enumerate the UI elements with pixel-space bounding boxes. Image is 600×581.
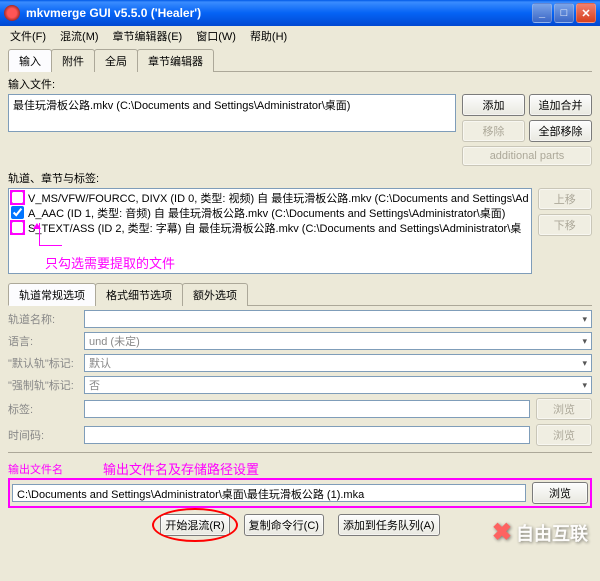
input-files-label: 输入文件: (8, 76, 592, 92)
tab-attachments[interactable]: 附件 (51, 49, 95, 72)
minimize-button[interactable]: _ (532, 3, 552, 23)
watermark: ✖ 自由互联 (492, 518, 588, 547)
tracks-list[interactable]: V_MS/VFW/FOURCC, DIVX (ID 0, 类型: 视频) 自 最… (8, 188, 532, 274)
trackname-combo[interactable] (84, 310, 592, 328)
watermark-x-icon: ✖ (492, 518, 512, 547)
track-row: A_AAC (ID 1, 类型: 音频) 自 最佳玩滑板公路.mkv (C:\D… (9, 205, 531, 220)
trackname-label: 轨道名称: (8, 311, 78, 327)
tags-input[interactable] (84, 400, 530, 418)
tags-browse-button: 浏览 (536, 398, 592, 420)
output-path-input[interactable]: C:\Documents and Settings\Administrator\… (12, 484, 526, 502)
additional-parts-button: additional parts (462, 146, 592, 166)
tab-track-extra[interactable]: 额外选项 (182, 283, 248, 306)
track-checkbox-video[interactable] (11, 191, 24, 204)
main-tabs: 输入 附件 全局 章节编辑器 (8, 48, 592, 72)
tab-track-general[interactable]: 轨道常规选项 (8, 283, 96, 306)
output-browse-button[interactable]: 浏览 (532, 482, 588, 504)
remove-all-button[interactable]: 全部移除 (529, 120, 592, 142)
track-row: V_MS/VFW/FOURCC, DIVX (ID 0, 类型: 视频) 自 最… (9, 190, 531, 205)
track-checkbox-subtitle[interactable] (11, 221, 24, 234)
forced-track-label: "强制轨"标记: (8, 377, 78, 393)
track-text[interactable]: S_TEXT/ASS (ID 2, 类型: 字幕) 自 最佳玩滑板公路.mkv … (28, 220, 521, 235)
close-button[interactable]: ✕ (576, 3, 596, 23)
menu-help[interactable]: 帮助(H) (244, 26, 293, 46)
language-combo[interactable]: und (未定) (84, 332, 592, 350)
add-button[interactable]: 添加 (462, 94, 525, 116)
output-file-label: 输出文件名 (8, 461, 63, 477)
tab-track-format[interactable]: 格式细节选项 (95, 283, 183, 306)
track-option-tabs: 轨道常规选项 格式细节选项 额外选项 (8, 282, 592, 306)
track-text[interactable]: A_AAC (ID 1, 类型: 音频) 自 最佳玩滑板公路.mkv (C:\D… (28, 205, 505, 220)
language-label: 语言: (8, 333, 78, 349)
track-checkbox-audio[interactable] (11, 206, 24, 219)
file-item[interactable]: 最佳玩滑板公路.mkv (C:\Documents and Settings\A… (13, 97, 451, 113)
track-text[interactable]: V_MS/VFW/FOURCC, DIVX (ID 0, 类型: 视频) 自 最… (28, 190, 529, 205)
menu-file[interactable]: 文件(F) (4, 26, 52, 46)
annotation-output: 输出文件名及存储路径设置 (103, 459, 259, 478)
annotation-checkbox: 只勾选需要提取的文件 (45, 253, 531, 272)
remove-button: 移除 (462, 120, 525, 142)
default-track-label: "默认轨"标记: (8, 355, 78, 371)
track-row: S_TEXT/ASS (ID 2, 类型: 字幕) 自 最佳玩滑板公路.mkv … (9, 220, 531, 235)
tab-chapter-editor[interactable]: 章节编辑器 (137, 49, 214, 72)
timecodes-input[interactable] (84, 426, 530, 444)
output-row-highlight: C:\Documents and Settings\Administrator\… (8, 478, 592, 508)
default-track-combo[interactable]: 默认 (84, 354, 592, 372)
tracks-label: 轨道、章节与标签: (8, 170, 592, 186)
menu-mux[interactable]: 混流(M) (54, 26, 105, 46)
timecodes-browse-button: 浏览 (536, 424, 592, 446)
move-up-button: 上移 (538, 188, 592, 210)
menu-window[interactable]: 窗口(W) (190, 26, 242, 46)
forced-track-combo[interactable]: 否 (84, 376, 592, 394)
append-button[interactable]: 追加合并 (529, 94, 592, 116)
tags-label: 标签: (8, 401, 78, 417)
maximize-button[interactable]: □ (554, 3, 574, 23)
input-files-list[interactable]: 最佳玩滑板公路.mkv (C:\Documents and Settings\A… (8, 94, 456, 132)
menu-chapter-editor[interactable]: 章节编辑器(E) (107, 26, 189, 46)
menubar: 文件(F) 混流(M) 章节编辑器(E) 窗口(W) 帮助(H) (0, 26, 600, 46)
copy-cmdline-button[interactable]: 复制命令行(C) (244, 514, 324, 536)
move-down-button: 下移 (538, 214, 592, 236)
start-mux-button[interactable]: 开始混流(R) (160, 514, 229, 536)
titlebar: mkvmerge GUI v5.5.0 ('Healer') _ □ ✕ (0, 0, 600, 26)
tab-input[interactable]: 输入 (8, 49, 52, 72)
tab-global[interactable]: 全局 (94, 49, 138, 72)
timecodes-label: 时间码: (8, 427, 78, 443)
add-to-queue-button[interactable]: 添加到任务队列(A) (338, 514, 440, 536)
app-icon (4, 5, 20, 21)
window-title: mkvmerge GUI v5.5.0 ('Healer') (26, 6, 532, 20)
